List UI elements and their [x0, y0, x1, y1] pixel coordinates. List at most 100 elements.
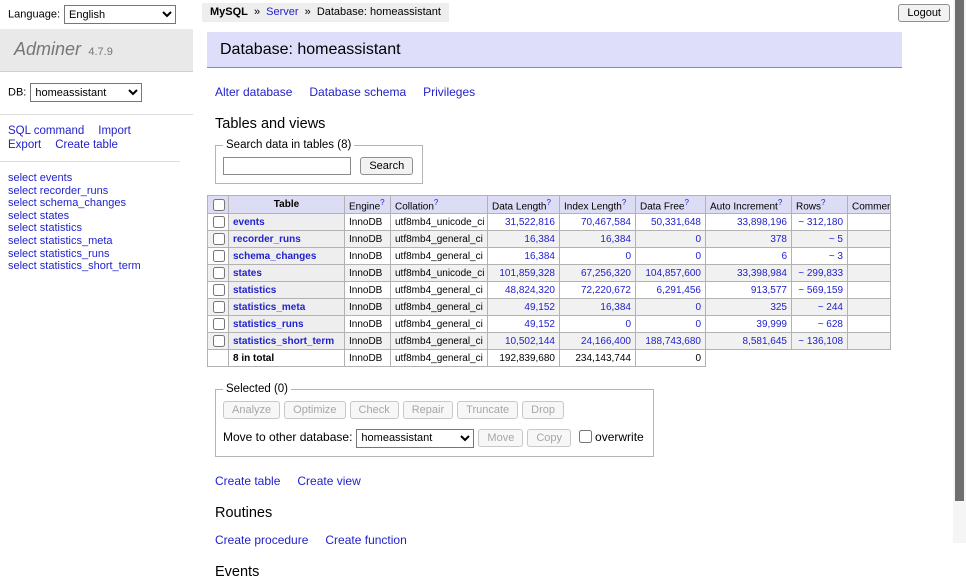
sidebar-action-import[interactable]: Import [98, 124, 131, 138]
truncate-button[interactable]: Truncate [457, 401, 518, 419]
optimize-button[interactable]: Optimize [284, 401, 345, 419]
data-length-link[interactable]: 16,384 [524, 251, 555, 262]
table-name-link[interactable]: schema_changes [233, 251, 316, 262]
data-length-link[interactable]: 31,522,816 [505, 217, 555, 228]
index-length-link[interactable]: 16,384 [600, 302, 631, 313]
select-all-checkbox[interactable] [213, 199, 225, 211]
row-checkbox[interactable] [213, 267, 225, 279]
index-length-link[interactable]: 72,220,672 [581, 285, 631, 296]
index-length-link[interactable]: 67,256,320 [581, 268, 631, 279]
auto-increment-link[interactable]: 39,999 [756, 319, 787, 330]
rows-link[interactable]: ~ 569,159 [798, 285, 843, 296]
help-link[interactable]: ? [434, 198, 438, 207]
copy-button[interactable]: Copy [527, 429, 571, 447]
sidebar-action-sql-command[interactable]: SQL command [8, 124, 84, 138]
index-length-link[interactable]: 24,166,400 [581, 336, 631, 347]
row-checkbox[interactable] [213, 216, 225, 228]
index-length-link[interactable]: 16,384 [600, 234, 631, 245]
auto-increment-link[interactable]: 378 [770, 234, 787, 245]
rows-link[interactable]: ~ 628 [818, 319, 843, 330]
data-length-link[interactable]: 49,152 [524, 319, 555, 330]
create-link-create-table[interactable]: Create table [215, 474, 280, 488]
database-link-database-schema[interactable]: Database schema [309, 85, 406, 99]
auto-increment-link[interactable]: 6 [781, 251, 787, 262]
database-link-privileges[interactable]: Privileges [423, 85, 475, 99]
sidebar-link-select-events[interactable]: select events [8, 172, 193, 185]
row-checkbox[interactable] [213, 284, 225, 296]
index-length-link[interactable]: 0 [625, 251, 631, 262]
drop-button[interactable]: Drop [522, 401, 564, 419]
help-link[interactable]: ? [778, 198, 782, 207]
data-length-link[interactable]: 48,824,320 [505, 285, 555, 296]
sidebar-link-select-recorder-runs[interactable]: select recorder_runs [8, 185, 193, 198]
help-link[interactable]: ? [380, 198, 384, 207]
rows-link[interactable]: ~ 5 [829, 234, 843, 245]
data-free-link[interactable]: 104,857,600 [645, 268, 701, 279]
table-name-link[interactable]: statistics_short_term [233, 336, 334, 347]
sidebar-link-select-states[interactable]: select states [8, 210, 193, 223]
auto-increment-link[interactable]: 913,577 [751, 285, 787, 296]
vertical-scrollbar[interactable] [953, 0, 966, 543]
row-checkbox[interactable] [213, 318, 225, 330]
row-checkbox[interactable] [213, 250, 225, 262]
data-length-link[interactable]: 16,384 [524, 234, 555, 245]
sidebar-action-export[interactable]: Export [8, 138, 41, 152]
db-select[interactable]: homeassistant [30, 83, 142, 102]
row-checkbox[interactable] [213, 301, 225, 313]
sidebar-link-select-statistics[interactable]: select statistics [8, 222, 193, 235]
auto-increment-link[interactable]: 33,398,984 [737, 268, 787, 279]
data-free-link[interactable]: 50,331,648 [651, 217, 701, 228]
rows-link[interactable]: ~ 136,108 [798, 336, 843, 347]
move-db-select[interactable]: homeassistant [356, 429, 474, 448]
search-button[interactable]: Search [360, 157, 413, 175]
help-link[interactable]: ? [622, 198, 626, 207]
check-button[interactable]: Check [350, 401, 399, 419]
move-button[interactable]: Move [478, 429, 523, 447]
rows-link[interactable]: ~ 244 [818, 302, 843, 313]
data-free-link[interactable]: 0 [695, 302, 701, 313]
rows-link[interactable]: ~ 3 [829, 251, 843, 262]
data-free-link[interactable]: 0 [695, 251, 701, 262]
analyze-button[interactable]: Analyze [223, 401, 280, 419]
index-length-link[interactable]: 70,467,584 [581, 217, 631, 228]
language-select[interactable]: English [64, 5, 176, 24]
auto-increment-link[interactable]: 8,581,645 [743, 336, 788, 347]
data-free-link[interactable]: 0 [695, 234, 701, 245]
sidebar-link-select-statistics-short-term[interactable]: select statistics_short_term [8, 260, 193, 273]
table-name-link[interactable]: statistics_runs [233, 319, 304, 330]
table-name-link[interactable]: statistics_meta [233, 302, 305, 313]
scrollbar-thumb[interactable] [955, 0, 964, 501]
index-length-link[interactable]: 0 [625, 319, 631, 330]
logout-button[interactable]: Logout [898, 4, 950, 22]
database-link-alter-database[interactable]: Alter database [215, 85, 292, 99]
rows-link[interactable]: ~ 299,833 [798, 268, 843, 279]
rows-link[interactable]: ~ 312,180 [798, 217, 843, 228]
data-length-link[interactable]: 10,502,144 [505, 336, 555, 347]
sidebar-action-create-table[interactable]: Create table [55, 138, 118, 152]
table-name-link[interactable]: events [233, 217, 265, 228]
routine-link-create-function[interactable]: Create function [325, 533, 406, 547]
help-link[interactable]: ? [684, 198, 688, 207]
data-free-link[interactable]: 6,291,456 [657, 285, 702, 296]
data-length-link[interactable]: 49,152 [524, 302, 555, 313]
auto-increment-link[interactable]: 325 [770, 302, 787, 313]
table-name-link[interactable]: statistics [233, 285, 276, 296]
help-link[interactable]: ? [547, 198, 551, 207]
overwrite-checkbox[interactable] [579, 430, 592, 443]
data-free-link[interactable]: 188,743,680 [645, 336, 701, 347]
search-input[interactable] [223, 157, 351, 175]
row-checkbox[interactable] [213, 335, 225, 347]
sidebar-link-select-statistics-meta[interactable]: select statistics_meta [8, 235, 193, 248]
table-name-link[interactable]: states [233, 268, 262, 279]
row-checkbox[interactable] [213, 233, 225, 245]
help-link[interactable]: ? [821, 198, 825, 207]
table-name-link[interactable]: recorder_runs [233, 234, 301, 245]
repair-button[interactable]: Repair [403, 401, 453, 419]
data-free-link[interactable]: 0 [695, 319, 701, 330]
create-link-create-view[interactable]: Create view [297, 474, 360, 488]
sidebar-link-select-statistics-runs[interactable]: select statistics_runs [8, 248, 193, 261]
sidebar-link-select-schema-changes[interactable]: select schema_changes [8, 197, 193, 210]
routine-link-create-procedure[interactable]: Create procedure [215, 533, 308, 547]
auto-increment-link[interactable]: 33,898,196 [737, 217, 787, 228]
data-length-link[interactable]: 101,859,328 [499, 268, 555, 279]
